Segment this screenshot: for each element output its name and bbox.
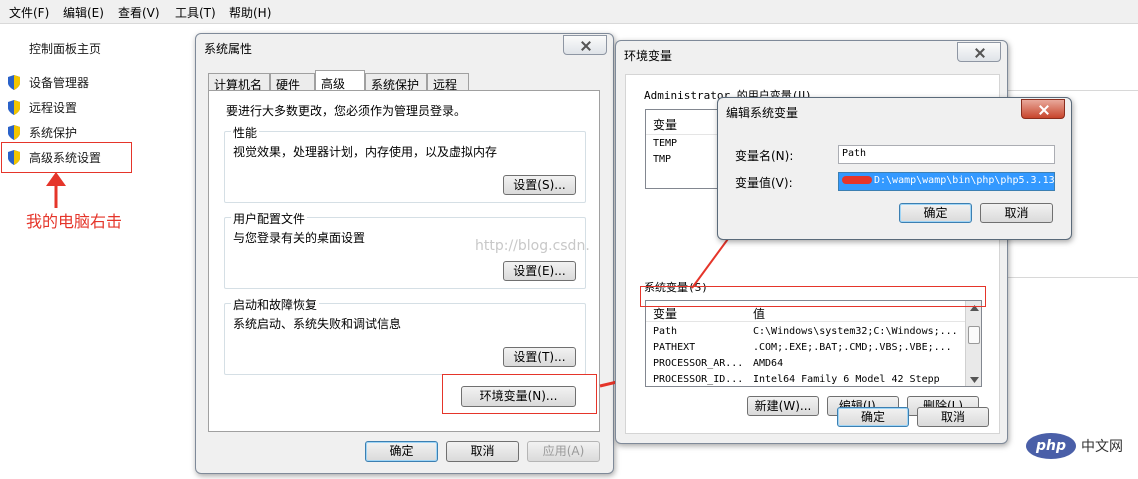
dialog-body: 变量名(N): Path 变量值(V): D:\wamp\wamp\bin\ph…: [726, 128, 1063, 232]
sidebar-item-system-protection[interactable]: 系统保护: [6, 122, 77, 142]
apply-button[interactable]: 应用(A): [527, 441, 600, 462]
row-name: PROCESSOR_ID...: [653, 374, 744, 385]
column-header: 值: [753, 307, 766, 321]
variable-name-input[interactable]: Path: [838, 145, 1055, 164]
variable-name-label: 变量名(N):: [735, 149, 794, 163]
edit-system-variable-dialog: 编辑系统变量 变量名(N): Path 变量值(V): D:\wamp\wamp…: [717, 97, 1072, 240]
window-title: 系统属性: [204, 42, 253, 56]
cancel-button[interactable]: 取消: [917, 407, 989, 427]
profile-settings-button[interactable]: 设置(E)...: [503, 261, 576, 281]
table-row[interactable]: Path C:\Windows\system32;C:\Windows;...: [646, 325, 966, 340]
php-logo: php: [1026, 433, 1076, 459]
group-title: 启动和故障恢复: [231, 296, 320, 313]
tab-advanced[interactable]: 高级: [315, 70, 365, 92]
tab-hardware[interactable]: 硬件: [270, 73, 315, 92]
tab-computer-name[interactable]: 计算机名: [208, 73, 270, 92]
site-name: 中文网: [1081, 439, 1123, 455]
list-item[interactable]: TMP: [653, 154, 671, 165]
system-vars-list[interactable]: 变量 值 Path C:\Windows\system32;C:\Windows…: [645, 300, 982, 387]
sidebar-item-remote-settings[interactable]: 远程设置: [6, 97, 77, 117]
menu-tools[interactable]: 工具(T): [175, 4, 216, 21]
sidebar-item-label: 设备管理器: [29, 75, 90, 90]
row-value: AMD64: [753, 358, 784, 369]
scroll-down-icon[interactable]: [970, 377, 979, 383]
variable-value-text: D:\wamp\wamp\bin\php\php5.3.13: [874, 175, 1055, 186]
performance-settings-button[interactable]: 设置(S)...: [503, 175, 576, 195]
close-button[interactable]: [957, 42, 1001, 62]
row-name: PATHEXT: [653, 342, 696, 353]
table-row[interactable]: PATHEXT .COM;.EXE;.BAT;.CMD;.VBS;.VBE;..…: [646, 341, 966, 356]
sidebar-item-label: 远程设置: [29, 100, 78, 115]
redacted-mark: [842, 176, 872, 184]
close-button[interactable]: [563, 35, 607, 55]
divider: [1008, 90, 1138, 91]
annotation-label: 我的电脑右击: [26, 212, 123, 231]
tab-remote[interactable]: 远程: [427, 73, 469, 92]
shield-icon: [8, 74, 20, 90]
ok-button[interactable]: 确定: [899, 203, 972, 223]
menu-edit[interactable]: 编辑(E): [63, 4, 104, 21]
ok-button[interactable]: 确定: [837, 407, 909, 427]
divider: [1008, 277, 1138, 278]
highlight-box: [442, 374, 597, 414]
group-title: 用户配置文件: [231, 210, 308, 227]
row-value: C:\Windows\system32;C:\Windows;...: [753, 326, 958, 337]
row-value: Intel64 Family 6 Model 42 Stepp: [753, 374, 940, 385]
tab-system-protection[interactable]: 系统保护: [365, 73, 427, 92]
startup-settings-button[interactable]: 设置(T)...: [503, 347, 576, 367]
sidebar-item-device-manager[interactable]: 设备管理器: [6, 72, 89, 92]
list-item[interactable]: TEMP: [653, 138, 677, 149]
control-panel-home-link[interactable]: 控制面板主页: [29, 40, 101, 57]
variable-value-label: 变量值(V):: [735, 176, 793, 190]
highlight-box: [1, 142, 132, 173]
variable-value-input[interactable]: D:\wamp\wamp\bin\php\php5.3.13: [838, 172, 1055, 191]
cancel-button[interactable]: 取消: [446, 441, 519, 462]
arrow-up-icon: [46, 172, 66, 208]
tab-strip: 计算机名 硬件 高级 系统保护 远程: [208, 70, 598, 92]
table-row[interactable]: PROCESSOR_AR... AMD64: [646, 357, 966, 372]
ok-button[interactable]: 确定: [365, 441, 438, 462]
sidebar-item-label: 系统保护: [29, 125, 78, 140]
column-header: 变量: [653, 118, 678, 132]
window-title: 编辑系统变量: [726, 106, 799, 120]
shield-icon: [8, 124, 20, 140]
menu-file[interactable]: 文件(F): [9, 4, 49, 21]
group-desc: 与您登录有关的桌面设置: [233, 231, 366, 245]
scroll-thumb[interactable]: [968, 326, 980, 344]
row-name: PROCESSOR_AR...: [653, 358, 744, 369]
shield-icon: [8, 99, 20, 115]
group-desc: 视觉效果，处理器计划，内存使用，以及虚拟内存: [233, 145, 498, 159]
watermark-text: http://blog.csdn.: [475, 238, 590, 254]
close-button[interactable]: [1021, 99, 1065, 119]
control-panel-sidebar: 控制面板主页 设备管理器 远程设置 系统保护 高级系统设置: [0, 24, 195, 479]
cancel-button[interactable]: 取消: [980, 203, 1053, 223]
performance-group: 性能 视觉效果，处理器计划，内存使用，以及虚拟内存 设置(S)...: [224, 124, 586, 203]
table-row[interactable]: PROCESSOR_ID... Intel64 Family 6 Model 4…: [646, 373, 966, 386]
divider: [646, 321, 966, 322]
menu-bar: 文件(F) 编辑(E) 查看(V) 工具(T) 帮助(H): [0, 0, 1138, 24]
row-value: .COM;.EXE;.BAT;.CMD;.VBS;.VBE;...: [753, 342, 952, 353]
group-desc: 系统启动、系统失败和调试信息: [233, 317, 402, 331]
startup-recovery-group: 启动和故障恢复 系统启动、系统失败和调试信息 设置(T)...: [224, 296, 586, 375]
admin-note: 要进行大多数更改，您必须作为管理员登录。: [226, 104, 467, 118]
row-name: Path: [653, 326, 678, 337]
site-badge: php 中文网: [1026, 432, 1134, 460]
menu-view[interactable]: 查看(V): [118, 4, 160, 21]
group-title: 性能: [231, 124, 260, 141]
menu-help[interactable]: 帮助(H): [229, 4, 271, 21]
new-variable-button[interactable]: 新建(W)...: [747, 396, 819, 416]
column-header: 变量: [653, 307, 678, 321]
window-title: 环境变量: [624, 49, 673, 63]
scrollbar[interactable]: [965, 301, 981, 386]
